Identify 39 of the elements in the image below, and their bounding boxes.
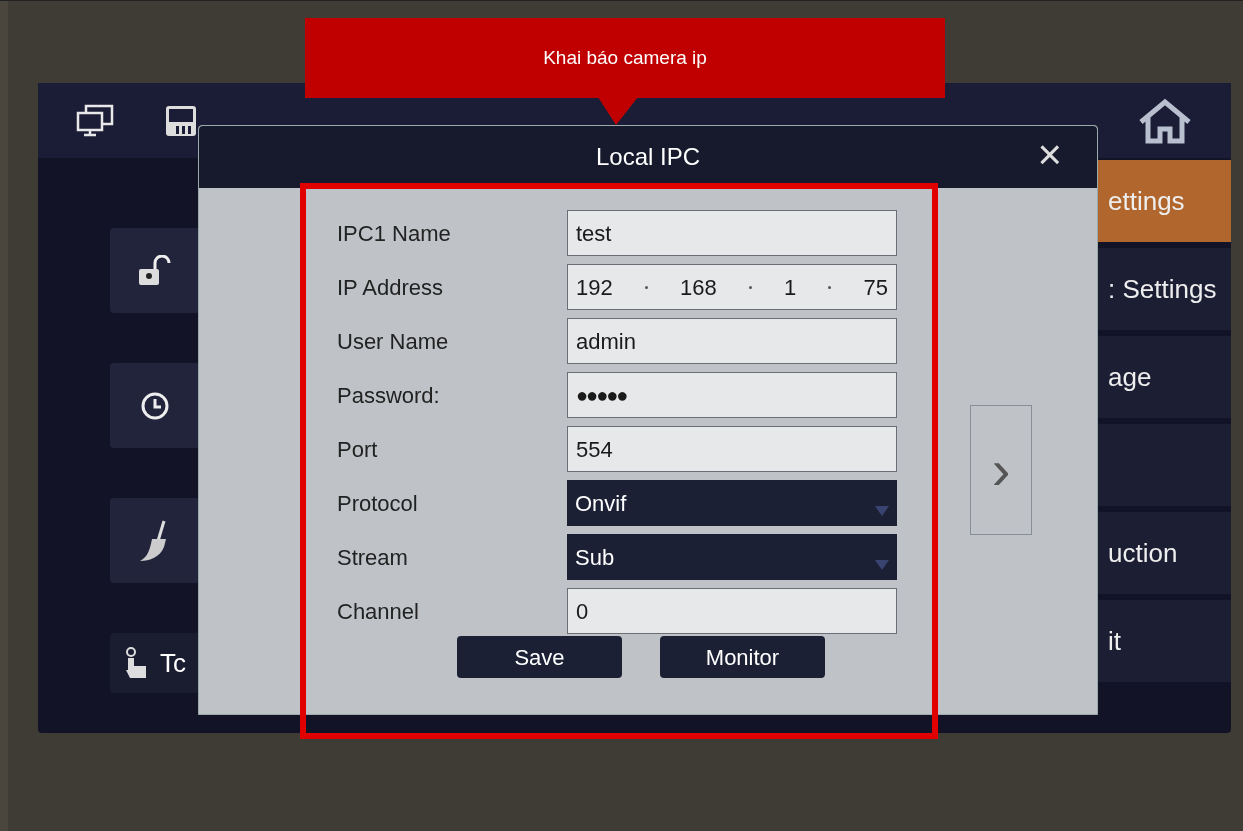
ip-address-field[interactable]: 192 168 1 75 [567,264,897,310]
input-field[interactable]: 554 [567,426,897,472]
dropdown-arrow-icon [875,506,889,516]
unlock-button[interactable] [110,228,200,313]
close-button[interactable]: × [1037,134,1062,176]
dialog-button[interactable]: Monitor [660,636,825,678]
sd-card-icon[interactable] [164,103,198,138]
ip-octet: 192 [576,273,613,302]
dot-separator-icon [644,285,648,289]
field-label: Port [337,435,379,464]
ip-octet: 168 [679,273,717,302]
dialog-title: Local IPC [595,142,701,172]
input-field[interactable]: test [567,210,897,256]
dot-separator-icon [748,285,752,289]
field-label: IPC1 Name [337,219,452,248]
field-label: Stream [337,543,409,572]
input-field[interactable]: 0 [567,588,897,634]
clock-icon [140,390,170,421]
ip-octet: 75 [863,273,888,302]
next-page-button[interactable]: › [970,405,1032,535]
network-icon[interactable] [76,103,114,138]
clean-button[interactable] [110,498,200,583]
callout-text: Khai báo camera ip [543,45,707,70]
dialog-button[interactable]: Save [457,636,622,678]
clock-button[interactable] [110,363,200,448]
field-label: IP Address [337,273,444,302]
input-field[interactable]: ●●●●● [567,372,897,418]
dropdown-arrow-icon [875,560,889,570]
field-label: User Name [337,327,450,356]
dropdown[interactable]: Sub [567,534,897,580]
unlock-icon [137,254,173,287]
home-icon[interactable] [1137,97,1193,144]
field-label: Password: [337,381,441,410]
dot-separator-icon [828,285,832,289]
input-field[interactable]: admin [567,318,897,364]
dropdown[interactable]: Onvif [567,480,897,526]
ip-octet: 1 [783,273,797,302]
field-label: Protocol [337,489,419,518]
field-label: Channel [337,597,420,626]
